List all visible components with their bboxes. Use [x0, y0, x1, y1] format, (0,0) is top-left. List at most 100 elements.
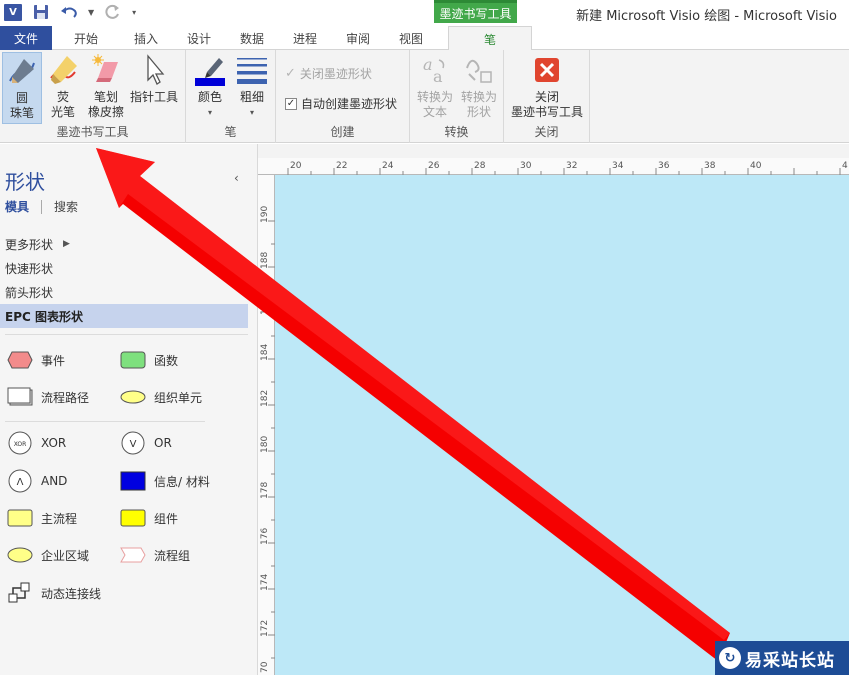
stencil-arrow-shapes[interactable]: 箭头形状 [0, 280, 248, 304]
shape-group-divider [5, 421, 205, 422]
shape-event[interactable]: 事件 [7, 346, 65, 374]
tab-design[interactable]: 设计 [172, 26, 226, 50]
tab-review[interactable]: 审阅 [332, 26, 384, 50]
tab-process[interactable]: 进程 [278, 26, 332, 50]
shape-label: 主流程 [41, 511, 78, 526]
shape-label: 企业区域 [41, 548, 90, 563]
ruler-label: 40 [750, 161, 762, 171]
stencil-epc-diagram-shapes[interactable]: EPC 图表形状 [0, 304, 248, 328]
checkbox-checked-icon[interactable]: ✓ [285, 97, 297, 110]
shape-process-group[interactable]: 流程组 [120, 541, 190, 569]
shape-or[interactable]: V OR [120, 429, 172, 457]
shape-info-material[interactable]: 信息/ 材料 [120, 467, 210, 495]
org-unit-shape-icon [120, 386, 146, 408]
ruler-label: 20 [290, 161, 302, 171]
dynamic-connector-shape-icon [7, 582, 33, 604]
or-shape-icon: V [120, 431, 146, 455]
watermark-logo-icon: ↻ [719, 647, 741, 669]
shape-enterprise-area[interactable]: 企业区域 [7, 541, 89, 569]
shape-main-process[interactable]: 主流程 [7, 504, 77, 532]
stencil-more-shapes[interactable]: 更多形状 ▶ [0, 232, 248, 256]
highlighter-button[interactable]: 荧 光笔 [44, 52, 82, 120]
visio-logo-icon[interactable]: V [4, 3, 22, 21]
horizontal-ruler[interactable]: 20 22 24 26 28 30 32 34 36 38 40 4 [258, 158, 849, 175]
convert-to-shapes-label-1: 转换为 [460, 90, 497, 104]
create-group-label: 创建 [330, 125, 355, 139]
collapse-pane-icon[interactable]: ‹ [234, 171, 239, 185]
convert-to-text-button[interactable]: aa 转换为 文本 [414, 52, 456, 120]
customize-qat-icon[interactable]: ▾ [132, 8, 136, 17]
pointer-tool-label: 指针工具 [129, 90, 178, 104]
tab-file[interactable]: 文件 [0, 26, 52, 50]
ruler-label: 32 [566, 161, 578, 171]
save-icon[interactable] [32, 3, 50, 21]
shape-dynamic-connector[interactable]: 动态连接线 [7, 579, 101, 607]
tab-stencils[interactable]: 模具 [5, 198, 29, 215]
tab-home[interactable]: 开始 [52, 26, 120, 50]
shape-label: 组件 [154, 511, 179, 526]
ruler-label: 174 [260, 573, 270, 591]
pointer-arrow-icon [136, 52, 172, 88]
shape-label: 信息/ 材料 [154, 474, 210, 489]
shape-component[interactable]: 组件 [120, 504, 178, 532]
ruler-label: 190 [260, 205, 270, 223]
auto-create-ink-shape-label: 自动创建墨迹形状 [301, 97, 398, 111]
pen-group-label: 笔 [224, 125, 237, 139]
checkmark-disabled-icon: ✓ [285, 66, 296, 81]
convert-group-label: 转换 [444, 125, 469, 139]
color-button[interactable]: 颜色 ▾ [192, 52, 228, 120]
convert-to-text-label-2: 文本 [422, 105, 447, 119]
ruler-label: 176 [260, 527, 270, 545]
convert-to-shapes-icon [461, 52, 497, 88]
shape-process-path[interactable]: 流程路径 [7, 383, 89, 411]
pointer-tool-button[interactable]: 指针工具 [128, 52, 180, 105]
auto-create-ink-shape-checkbox[interactable]: ✓ 自动创建墨迹形状 [285, 95, 397, 112]
drawing-page[interactable] [275, 175, 849, 675]
shape-org-unit[interactable]: 组织单元 [120, 383, 202, 411]
ruler-label: 38 [704, 161, 716, 171]
ruler-label: 178 [260, 481, 270, 499]
line-weight-icon [234, 52, 270, 88]
ruler-label: 24 [382, 161, 394, 171]
stroke-eraser-label-1: 笔划 [93, 90, 118, 104]
ruler-label: 4 [842, 161, 848, 171]
undo-icon[interactable] [60, 3, 78, 21]
shapes-pane-title: 形状 [5, 170, 45, 194]
svg-text:V: V [130, 439, 137, 450]
close-ink-shape-option[interactable]: ✓ 关闭墨迹形状 [285, 65, 372, 82]
pen-color-icon [192, 52, 228, 88]
pen-group: 颜色 ▾ 粗细 ▾ 笔 [186, 50, 276, 143]
stencil-label: EPC 图表形状 [5, 309, 83, 324]
shape-and[interactable]: Λ AND [7, 467, 67, 495]
weight-button[interactable]: 粗细 ▾ [234, 52, 270, 120]
info-material-shape-icon [120, 470, 146, 492]
close-ink-tools-button[interactable]: 关闭 墨迹书写工具 [508, 52, 586, 120]
vertical-ruler[interactable]: 190 188 18 184 182 180 178 176 174 172 7… [258, 175, 275, 675]
ink-tools-context-header: 墨迹书写工具 [434, 0, 517, 23]
convert-to-shapes-button[interactable]: 转换为 形状 [458, 52, 500, 120]
highlighter-icon [45, 52, 81, 88]
close-ink-shape-label: 关闭墨迹形状 [299, 67, 372, 81]
tab-search[interactable]: 搜索 [54, 198, 78, 215]
and-shape-icon: Λ [7, 469, 33, 493]
stroke-eraser-button[interactable]: 笔划 橡皮擦 [85, 52, 127, 120]
svg-text:a: a [433, 67, 443, 86]
ink-tools-group: 圆 珠笔 荧 光笔 笔划 橡皮擦 指针工具 墨迹书写工具 [0, 50, 186, 143]
tab-pen[interactable]: 笔 [448, 26, 532, 51]
process-path-shape-icon [7, 386, 33, 408]
create-group: ✓ 关闭墨迹形状 ✓ 自动创建墨迹形状 创建 [276, 50, 410, 143]
shape-function[interactable]: 函数 [120, 346, 178, 374]
tab-data[interactable]: 数据 [226, 26, 278, 50]
tab-view[interactable]: 视图 [384, 26, 438, 50]
tab-insert[interactable]: 插入 [120, 26, 172, 50]
watermark-text: 易采站长站 [745, 650, 835, 671]
stencil-quick-shapes[interactable]: 快速形状 [0, 256, 248, 280]
ballpoint-pen-button[interactable]: 圆 珠笔 [2, 52, 42, 124]
convert-to-shapes-label-2: 形状 [466, 105, 491, 119]
close-ink-tools-label-1: 关闭 [534, 90, 559, 104]
ballpoint-pen-icon [4, 53, 40, 89]
shape-xor[interactable]: XOR XOR [7, 429, 66, 457]
highlighter-label-1: 荧 [56, 90, 69, 104]
undo-dropdown-icon[interactable]: ▼ [88, 8, 94, 17]
redo-icon[interactable] [104, 3, 122, 21]
